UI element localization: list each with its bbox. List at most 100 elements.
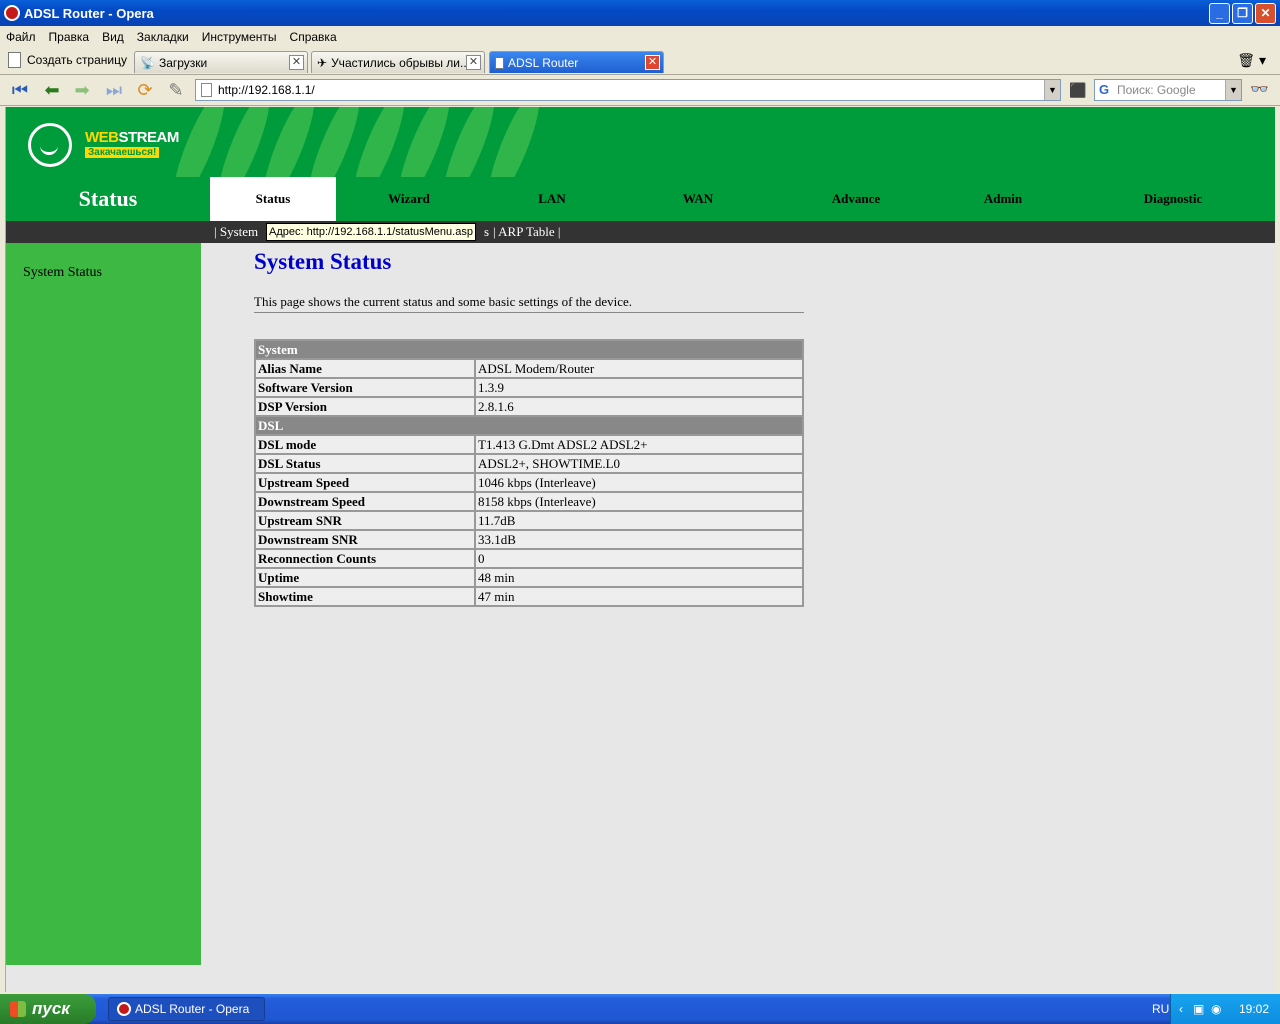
row-key: Alias Name <box>254 358 476 379</box>
forward-icon[interactable]: ➡ <box>70 79 94 101</box>
tab-label: Участились обрывы ли... <box>331 55 470 70</box>
table-row: Reconnection Counts 0 <box>254 548 804 569</box>
menu-edit[interactable]: Правка <box>49 30 90 44</box>
opera-icon <box>117 1002 131 1016</box>
table-row: Downstream Speed 8158 kbps (Interleave) <box>254 491 804 512</box>
start-button[interactable]: пуск <box>0 994 96 1024</box>
row-key: Downstream Speed <box>254 491 476 512</box>
table-row: Alias Name ADSL Modem/Router <box>254 358 804 379</box>
google-icon: G <box>1099 82 1110 97</box>
fast-forward-icon[interactable]: ⏭ <box>102 79 126 101</box>
row-value: 2.8.1.6 <box>474 396 804 417</box>
opera-icon <box>4 5 20 21</box>
address-dropdown-icon[interactable]: ▼ <box>1044 80 1060 100</box>
row-value: ADSL Modem/Router <box>474 358 804 379</box>
row-value: 1046 kbps (Interleave) <box>474 472 804 493</box>
navigation-bar: ⏮ ⬅ ➡ ⏭ ⟳ ✎ http://192.168.1.1/ ▼ ⬛ G По… <box>0 75 1280 106</box>
search-dropdown-icon[interactable]: ▼ <box>1225 80 1241 100</box>
section-header-label: DSL <box>254 415 804 436</box>
webstream-logo-icon <box>28 123 72 167</box>
table-row: DSP Version 2.8.1.6 <box>254 396 804 417</box>
clock[interactable]: 19:02 <box>1239 994 1269 1024</box>
row-key: DSL mode <box>254 434 476 455</box>
row-value: 47 min <box>474 586 804 607</box>
system-tray: ‹ ▣ ◉ 19:02 <box>1170 994 1280 1024</box>
page-icon <box>495 56 504 69</box>
submenu-tail[interactable]: s <box>484 221 489 243</box>
windows-flag-icon <box>10 1001 26 1017</box>
row-value: 8158 kbps (Interleave) <box>474 491 804 512</box>
section-title: Status <box>78 186 138 211</box>
page-title: System Status <box>254 249 392 274</box>
row-value: 1.3.9 <box>474 377 804 398</box>
tray-arrow-icon[interactable]: ‹ <box>1179 994 1183 1024</box>
menu-tools[interactable]: Инструменты <box>202 30 277 44</box>
content-blocker-icon[interactable]: ⬛ <box>1066 79 1090 101</box>
page-viewport: WEBSTREAM Закачаешься! Status Status Wiz… <box>5 107 1275 992</box>
logo-text: WEBSTREAM <box>85 129 179 146</box>
row-key: Software Version <box>254 377 476 398</box>
address-bar[interactable]: http://192.168.1.1/ ▼ <box>195 79 1061 101</box>
menu-view[interactable]: Вид <box>102 30 124 44</box>
row-key: Reconnection Counts <box>254 548 476 569</box>
rewind-icon[interactable]: ⏮ <box>8 79 32 101</box>
router-banner: WEBSTREAM Закачаешься! <box>6 107 1275 177</box>
new-page-button[interactable]: Создать страницу <box>8 52 127 68</box>
edit-icon[interactable]: ✎ <box>164 79 188 101</box>
tab-close-icon[interactable]: ✕ <box>289 55 304 70</box>
taskbar-item-opera[interactable]: ADSL Router - Opera <box>108 997 265 1021</box>
row-key: Downstream SNR <box>254 529 476 550</box>
window-controls: _ ❐ ✕ <box>1209 3 1276 24</box>
window-title: ADSL Router - Opera <box>24 5 154 21</box>
menu-tab-lan[interactable]: LAN <box>482 177 622 221</box>
page-description: This page shows the current status and s… <box>254 294 804 313</box>
table-row: Uptime 48 min <box>254 567 804 588</box>
row-value: 33.1dB <box>474 529 804 550</box>
row-key: Showtime <box>254 586 476 607</box>
table-row: Downstream SNR 33.1dB <box>254 529 804 550</box>
tab-adsl-router[interactable]: ADSL Router ✕ <box>489 51 664 73</box>
menu-tab-advance[interactable]: Advance <box>774 177 938 221</box>
table-section-header: System <box>254 339 804 360</box>
submenu-system[interactable]: | System <box>214 221 258 243</box>
sidebar-item-system-status[interactable]: System Status <box>23 265 102 281</box>
maximize-button[interactable]: ❐ <box>1232 3 1253 24</box>
menu-tab-admin[interactable]: Admin <box>938 177 1068 221</box>
link-tooltip: Адрес: http://192.168.1.1/statusMenu.asp <box>266 223 476 241</box>
tab-close-icon[interactable]: ✕ <box>645 55 660 70</box>
table-row: Upstream Speed 1046 kbps (Interleave) <box>254 472 804 493</box>
network-icon[interactable]: ▣ <box>1193 994 1204 1024</box>
menu-file[interactable]: Файл <box>6 30 36 44</box>
menu-tab-status[interactable]: Status <box>210 177 336 221</box>
table-row: Showtime 47 min <box>254 586 804 607</box>
reload-icon[interactable]: ⟳ <box>133 79 157 101</box>
menu-bar: Файл Правка Вид Закладки Инструменты Спр… <box>0 26 1280 48</box>
status-table: System Alias Name ADSL Modem/Router Softwar… <box>254 339 804 607</box>
tab-close-icon[interactable]: ✕ <box>466 55 481 70</box>
tab-bar: Создать страницу 📡 Загрузки ✕ ✈ Участили… <box>0 48 1280 75</box>
tab-forum[interactable]: ✈ Участились обрывы ли... ✕ <box>311 51 485 73</box>
row-value: ADSL2+, SHOWTIME.L0 <box>474 453 804 474</box>
language-indicator[interactable]: RU <box>1152 994 1169 1024</box>
menu-help[interactable]: Справка <box>290 30 337 44</box>
back-icon[interactable]: ⬅ <box>40 79 64 101</box>
row-value: 48 min <box>474 567 804 588</box>
tab-downloads[interactable]: 📡 Загрузки ✕ <box>134 51 308 73</box>
close-button[interactable]: ✕ <box>1255 3 1276 24</box>
table-section-header: DSL <box>254 415 804 436</box>
search-field[interactable]: G Поиск: Google ▼ <box>1094 79 1242 101</box>
new-page-label: Создать страницу <box>27 53 127 67</box>
new-page-icon <box>8 52 21 68</box>
binoculars-icon[interactable]: 👓 <box>1250 80 1269 98</box>
menu-tab-diagnostic[interactable]: Diagnostic <box>1068 177 1275 221</box>
page-icon <box>201 83 212 97</box>
address-text: http://192.168.1.1/ <box>218 83 315 97</box>
security-icon[interactable]: ◉ <box>1211 994 1221 1024</box>
menu-tab-wan[interactable]: WAN <box>622 177 774 221</box>
menu-bookmarks[interactable]: Закладки <box>137 30 189 44</box>
submenu-arp-table[interactable]: | ARP Table | <box>493 221 561 243</box>
menu-tab-wizard[interactable]: Wizard <box>336 177 482 221</box>
minimize-button[interactable]: _ <box>1209 3 1230 24</box>
trash-icon[interactable]: 🗑 ▾ <box>1237 52 1266 69</box>
section-header-label: System <box>254 339 804 360</box>
